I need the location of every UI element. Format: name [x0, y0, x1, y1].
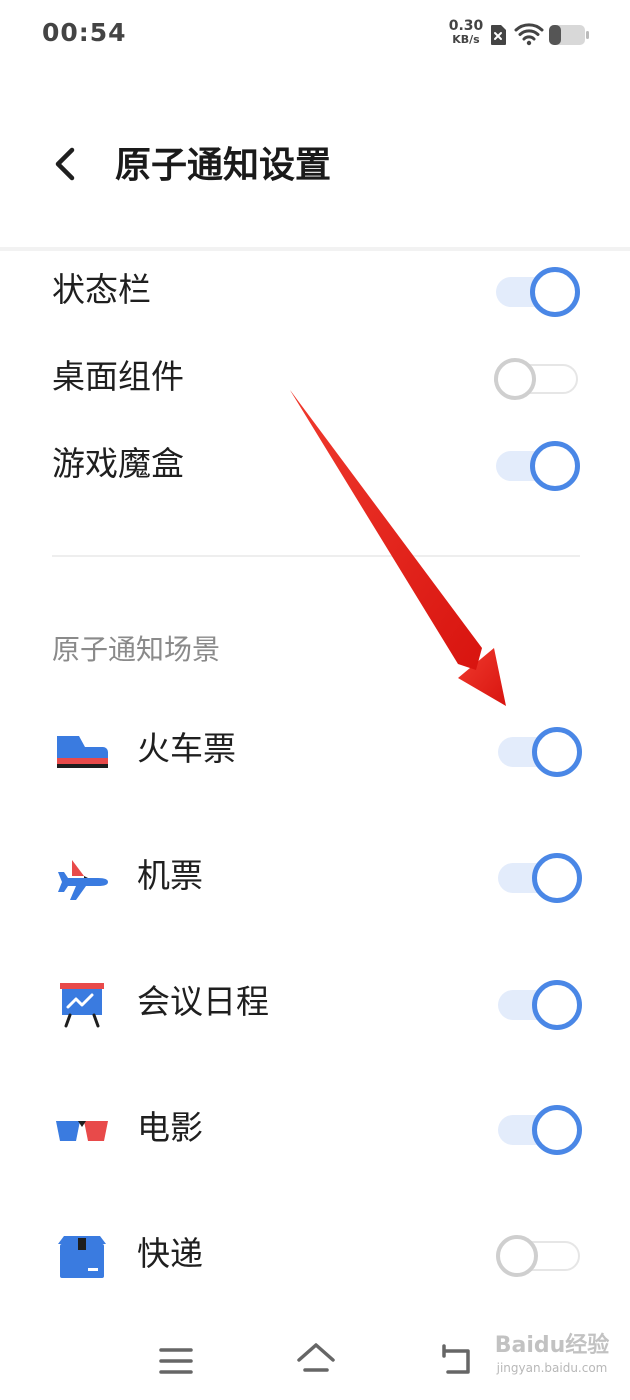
chevron-left-icon	[55, 147, 75, 181]
status-time: 00:54	[42, 18, 127, 47]
package-box-icon	[58, 1236, 106, 1278]
watermark-main: Baidu经验	[494, 1333, 610, 1358]
red-arrow-annotation	[290, 390, 506, 706]
scene-row-movie: 电影	[0, 1090, 630, 1170]
network-speed-value: 0.30	[448, 18, 484, 34]
presentation-board-icon	[60, 983, 104, 1028]
scene-label: 火车票	[137, 729, 236, 768]
setting-row-status-bar: 状态栏	[0, 252, 630, 332]
express-delivery-toggle[interactable]	[496, 1231, 580, 1281]
train-icon	[57, 736, 108, 768]
flight-ticket-toggle[interactable]	[498, 853, 582, 903]
network-speed-unit: KB/s	[452, 33, 480, 46]
back-button[interactable]	[44, 142, 88, 186]
back-icon[interactable]	[438, 1342, 474, 1376]
status-bar: 00:54 0.30 KB/s	[0, 0, 630, 70]
scene-row-train: 火车票	[0, 711, 630, 791]
status-bar-toggle[interactable]	[496, 267, 580, 317]
setting-label: 状态栏	[52, 270, 151, 309]
scene-row-meeting: 会议日程	[0, 964, 630, 1044]
scene-label: 快递	[137, 1234, 203, 1273]
battery-icon	[549, 25, 589, 45]
setting-label: 桌面组件	[52, 357, 184, 396]
scene-label: 会议日程	[137, 982, 269, 1021]
header-divider	[0, 247, 630, 251]
page-title: 原子通知设置	[115, 145, 332, 186]
train-ticket-toggle[interactable]	[498, 727, 582, 777]
meeting-schedule-toggle[interactable]	[498, 980, 582, 1030]
watermark-sub: jingyan.baidu.com	[496, 1361, 608, 1375]
3d-glasses-icon	[56, 1121, 108, 1141]
watermark: Baidu经验 jingyan.baidu.com	[482, 1332, 622, 1394]
menu-icon[interactable]	[158, 1344, 194, 1378]
network-speed: 0.30 KB/s	[446, 18, 486, 46]
airplane-icon	[58, 860, 108, 900]
movie-toggle[interactable]	[498, 1105, 582, 1155]
section-title: 原子通知场景	[52, 633, 221, 666]
scene-row-express: 快递	[0, 1216, 630, 1296]
scene-label: 机票	[137, 856, 203, 895]
wifi-icon	[514, 23, 544, 46]
scene-row-flight: 机票	[0, 838, 630, 918]
setting-label: 游戏魔盒	[52, 444, 184, 483]
sim-disabled-icon	[491, 25, 506, 45]
home-icon[interactable]	[295, 1340, 337, 1378]
page-header: 原子通知设置	[0, 120, 630, 210]
scene-label: 电影	[137, 1108, 203, 1147]
